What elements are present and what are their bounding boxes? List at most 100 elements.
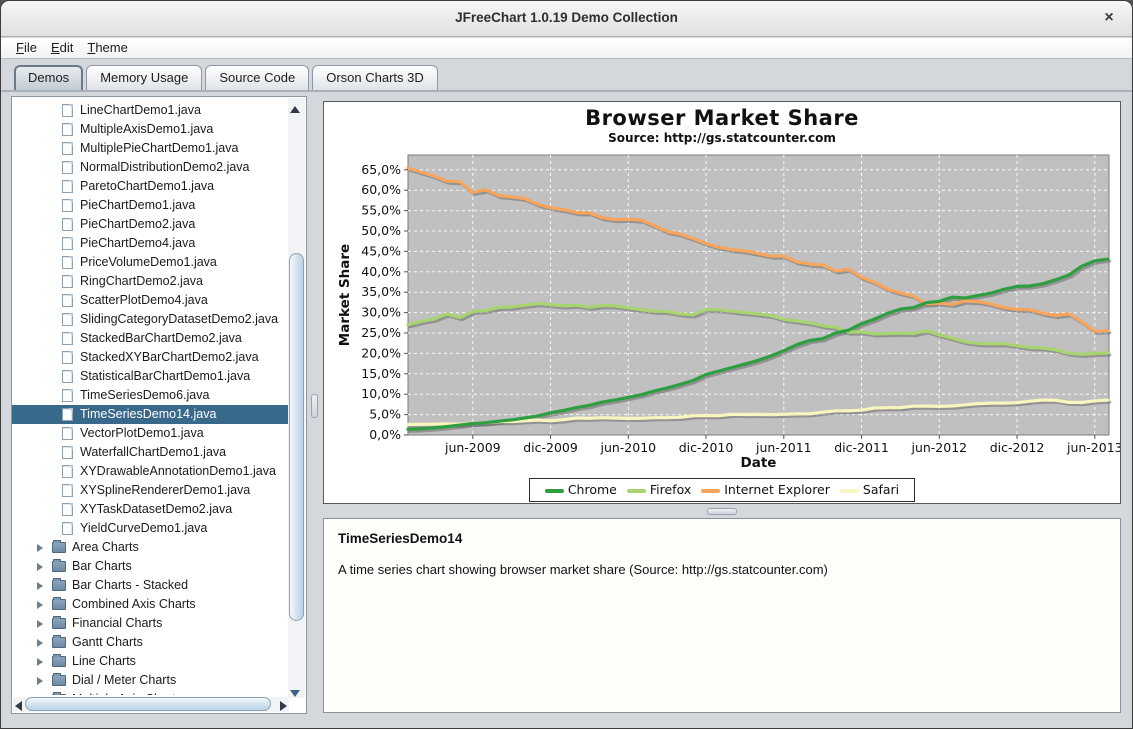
scroll-left-icon[interactable]: [15, 701, 22, 711]
tab-demos[interactable]: Demos: [14, 65, 83, 90]
tree-item-MultiplePieChartDemo1[interactable]: MultiplePieChartDemo1.java: [12, 139, 289, 158]
time-series-plot[interactable]: 0,0%5,0%10,0%15,0%20,0%25,0%30,0%35,0%40…: [324, 102, 1120, 503]
expand-arrow-icon[interactable]: [37, 677, 43, 685]
tree-item-label: VectorPlotDemo1.java: [80, 424, 204, 443]
legend-swatch: [545, 489, 564, 493]
menu-theme[interactable]: Theme: [80, 38, 134, 55]
tree-item-PieChartDemo1[interactable]: PieChartDemo1.java: [12, 196, 289, 215]
tree-folder-multiple-axis-charts[interactable]: Multiple Axis Charts: [12, 690, 289, 695]
horizontal-scrollbar[interactable]: [13, 697, 289, 712]
tab-bar: DemosMemory UsageSource CodeOrson Charts…: [1, 59, 1132, 92]
tree-folder-combined-axis-charts[interactable]: Combined Axis Charts: [12, 595, 289, 614]
horizontal-splitter[interactable]: [323, 504, 1121, 518]
tree-item-label: XYSplineRendererDemo1.java: [80, 481, 250, 500]
expand-arrow-icon[interactable]: [37, 620, 43, 628]
file-icon: [62, 408, 73, 421]
tree-item-ParetoChartDemo1[interactable]: ParetoChartDemo1.java: [12, 177, 289, 196]
tree-item-label: StatisticalBarChartDemo1.java: [80, 367, 250, 386]
tree-folder-label: Area Charts: [72, 538, 139, 557]
tree-item-YieldCurveDemo1[interactable]: YieldCurveDemo1.java: [12, 519, 289, 538]
tree-item-XYSplineRendererDemo1[interactable]: XYSplineRendererDemo1.java: [12, 481, 289, 500]
tree-item-TimeSeriesDemo14[interactable]: TimeSeriesDemo14.java: [12, 405, 289, 424]
legend-item-firefox: Firefox: [627, 482, 691, 497]
tab-source-code[interactable]: Source Code: [205, 65, 309, 90]
scroll-up-icon[interactable]: [290, 106, 300, 113]
tree-item-RingChartDemo2[interactable]: RingChartDemo2.java: [12, 272, 289, 291]
tree-item-PieChartDemo4[interactable]: PieChartDemo4.java: [12, 234, 289, 253]
vertical-splitter[interactable]: [307, 92, 323, 729]
file-icon: [62, 522, 73, 535]
titlebar[interactable]: JFreeChart 1.0.19 Demo Collection ×: [1, 1, 1132, 37]
tree-folder-area-charts[interactable]: Area Charts: [12, 538, 289, 557]
file-icon: [62, 370, 73, 383]
tree-item-VectorPlotDemo1[interactable]: VectorPlotDemo1.java: [12, 424, 289, 443]
tab-memory-usage[interactable]: Memory Usage: [86, 65, 202, 90]
vertical-scrollbar[interactable]: [288, 98, 305, 698]
menu-bar: FileEditTheme: [1, 38, 1132, 59]
tree-item-TimeSeriesDemo6[interactable]: TimeSeriesDemo6.java: [12, 386, 289, 405]
horizontal-scroll-thumb[interactable]: [25, 697, 271, 711]
file-icon: [62, 389, 73, 402]
y-tick-label: 25,0%: [361, 325, 401, 340]
tree-folder-label: Gantt Charts: [72, 633, 143, 652]
tree-item-ScatterPlotDemo4[interactable]: ScatterPlotDemo4.java: [12, 291, 289, 310]
chart-subtitle: Source: http://gs.statcounter.com: [324, 131, 1120, 145]
tree-folder-gantt-charts[interactable]: Gantt Charts: [12, 633, 289, 652]
tree-folder-bar-charts-stacked[interactable]: Bar Charts - Stacked: [12, 576, 289, 595]
chart-title: Browser Market Share: [324, 106, 1120, 130]
tree-item-label: MultiplePieChartDemo1.java: [80, 139, 238, 158]
expand-arrow-icon[interactable]: [37, 601, 43, 609]
tree-item-MultipleAxisDemo1[interactable]: MultipleAxisDemo1.java: [12, 120, 289, 139]
tree-item-label: TimeSeriesDemo6.java: [80, 386, 209, 405]
tree-folder-line-charts[interactable]: Line Charts: [12, 652, 289, 671]
file-icon: [62, 199, 73, 212]
tree-item-label: SlidingCategoryDatasetDemo2.java: [80, 310, 278, 329]
chart-panel[interactable]: 0,0%5,0%10,0%15,0%20,0%25,0%30,0%35,0%40…: [323, 101, 1121, 504]
tree-item-XYTaskDatasetDemo2[interactable]: XYTaskDatasetDemo2.java: [12, 500, 289, 519]
tree-item-label: PieChartDemo4.java: [80, 234, 195, 253]
tree-item-XYDrawableAnnotationDemo1[interactable]: XYDrawableAnnotationDemo1.java: [12, 462, 289, 481]
close-icon[interactable]: ×: [1100, 9, 1118, 27]
x-tick-label: jun-2010: [599, 440, 656, 455]
y-tick-label: 0,0%: [369, 427, 401, 442]
tree-item-label: TimeSeriesDemo14.java: [80, 405, 216, 424]
tree-item-WaterfallChartDemo1[interactable]: WaterfallChartDemo1.java: [12, 443, 289, 462]
tree-item-StatisticalBarChartDemo1[interactable]: StatisticalBarChartDemo1.java: [12, 367, 289, 386]
expand-arrow-icon[interactable]: [37, 544, 43, 552]
tree-item-StackedXYBarChartDemo2[interactable]: StackedXYBarChartDemo2.java: [12, 348, 289, 367]
tree-item-PieChartDemo2[interactable]: PieChartDemo2.java: [12, 215, 289, 234]
tree-folder-financial-charts[interactable]: Financial Charts: [12, 614, 289, 633]
tree-folder-label: Multiple Axis Charts: [72, 690, 182, 695]
y-tick-label: 50,0%: [361, 223, 401, 238]
tree-folder-label: Combined Axis Charts: [72, 595, 196, 614]
vertical-scroll-thumb[interactable]: [289, 253, 304, 621]
file-icon: [62, 484, 73, 497]
folder-icon: [52, 599, 66, 610]
folder-icon: [52, 637, 66, 648]
tree-folder-bar-charts[interactable]: Bar Charts: [12, 557, 289, 576]
x-tick-label: dic-2010: [679, 440, 734, 455]
expand-arrow-icon[interactable]: [37, 639, 43, 647]
menu-edit[interactable]: Edit: [44, 38, 80, 55]
y-tick-label: 15,0%: [361, 366, 401, 381]
scroll-down-icon[interactable]: [290, 690, 300, 697]
tree-folder-dial-meter-charts[interactable]: Dial / Meter Charts: [12, 671, 289, 690]
folder-icon: [52, 580, 66, 591]
scroll-right-icon[interactable]: [280, 701, 287, 711]
tree-item-NormalDistributionDemo2[interactable]: NormalDistributionDemo2.java: [12, 158, 289, 177]
expand-arrow-icon[interactable]: [37, 658, 43, 666]
description-text: A time series chart showing browser mark…: [338, 562, 1106, 577]
tree-item-label: ScatterPlotDemo4.java: [80, 291, 208, 310]
tree-item-SlidingCategoryDatasetDemo2[interactable]: SlidingCategoryDatasetDemo2.java: [12, 310, 289, 329]
expand-arrow-icon[interactable]: [37, 582, 43, 590]
tab-orson-charts-3d[interactable]: Orson Charts 3D: [312, 65, 438, 90]
x-tick-label: jun-2012: [910, 440, 967, 455]
tree-item-LineChartDemo1[interactable]: LineChartDemo1.java: [12, 101, 289, 120]
expand-arrow-icon[interactable]: [37, 563, 43, 571]
menu-file[interactable]: File: [9, 38, 44, 55]
tree-item-label: LineChartDemo1.java: [80, 101, 201, 120]
folder-icon: [52, 542, 66, 553]
tree-item-PriceVolumeDemo1[interactable]: PriceVolumeDemo1.java: [12, 253, 289, 272]
folder-icon: [52, 618, 66, 629]
tree-item-StackedBarChartDemo2[interactable]: StackedBarChartDemo2.java: [12, 329, 289, 348]
